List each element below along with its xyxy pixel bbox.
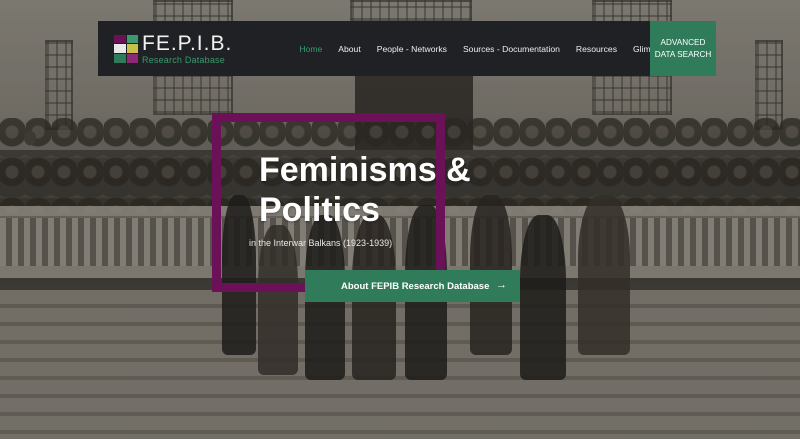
cta-label: About FEPIB Research Database <box>341 280 490 292</box>
logo-subtitle: Research Database <box>142 54 225 65</box>
logo-mark-icon <box>114 34 138 63</box>
site-logo[interactable]: FE.P.I.B. Research Database <box>114 29 264 69</box>
advanced-label-line2: DATA SEARCH <box>654 49 712 59</box>
hero-title-line1: Feminisms & <box>259 151 471 189</box>
arrow-right-icon: → <box>496 279 507 291</box>
hero-title: Feminisms & Politics <box>259 150 499 230</box>
nav-people-networks[interactable]: People - Networks <box>377 44 447 54</box>
advanced-label-line1: ADVANCED <box>660 38 706 48</box>
hero-title-line2: Politics <box>259 191 380 229</box>
logo-title: FE.P.I.B. <box>142 31 233 55</box>
nav-resources[interactable]: Resources <box>576 44 617 54</box>
about-database-button[interactable]: About FEPIB Research Database → <box>305 270 520 302</box>
top-navbar: FE.P.I.B. Research Database Home About P… <box>98 21 716 76</box>
advanced-data-search-button[interactable]: ADVANCED DATA SEARCH <box>650 21 716 76</box>
logo-text: FE.P.I.B. Research Database <box>142 33 232 65</box>
hero-subtitle: in the Interwar Balkans (1923-1939) <box>249 238 393 248</box>
nav-about[interactable]: About <box>338 44 360 54</box>
nav-sources-documentation[interactable]: Sources - Documentation <box>463 44 560 54</box>
nav-home[interactable]: Home <box>299 44 322 54</box>
